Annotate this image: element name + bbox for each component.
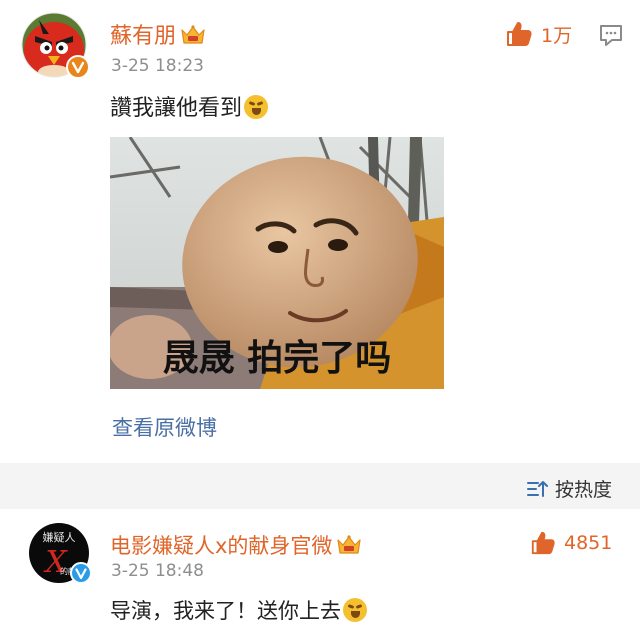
sort-label: 按热度	[555, 479, 613, 501]
like-count: 1万	[541, 24, 573, 47]
thumbs-up-icon	[530, 530, 556, 556]
comment-icon[interactable]	[598, 22, 624, 48]
vip-crown-icon	[180, 24, 206, 46]
thumbs-up-icon	[505, 20, 533, 48]
comment-text-content: 讚我讓他看到	[110, 96, 243, 121]
like-button[interactable]: 1万	[505, 20, 572, 48]
like-count: 4851	[564, 532, 613, 554]
timestamp: 3-25 18:48	[111, 561, 204, 581]
username-row: 电影嫌疑人x的献身官微	[110, 530, 362, 560]
avatar-text-top: 嫌疑人	[43, 530, 76, 544]
verified-badge-icon	[70, 562, 92, 584]
like-button[interactable]: 4851	[530, 530, 612, 556]
username[interactable]: 蘇有朋	[110, 24, 176, 49]
sort-button[interactable]: 按热度	[526, 475, 612, 502]
comment-text: 讚我讓他看到	[110, 90, 269, 122]
comment-image[interactable]: 晟晟 拍完了吗	[110, 137, 444, 389]
view-original-link[interactable]: 查看原微博	[112, 412, 217, 442]
username-row: 蘇有朋	[110, 18, 206, 50]
username[interactable]: 电影嫌疑人x的献身官微	[110, 534, 332, 558]
comment-text: 导演，我来了！送你上去	[110, 595, 367, 625]
comment-text-content: 导演，我来了！送你上去	[110, 599, 341, 623]
sort-icon	[526, 478, 548, 500]
timestamp: 3-25 18:23	[111, 56, 204, 76]
vip-crown-icon	[336, 534, 362, 556]
angry-face-emoji-icon	[343, 598, 367, 622]
image-caption: 晟晟 拍完了吗	[163, 338, 392, 379]
verified-badge-icon	[66, 55, 90, 79]
angry-face-emoji-icon	[244, 95, 269, 119]
